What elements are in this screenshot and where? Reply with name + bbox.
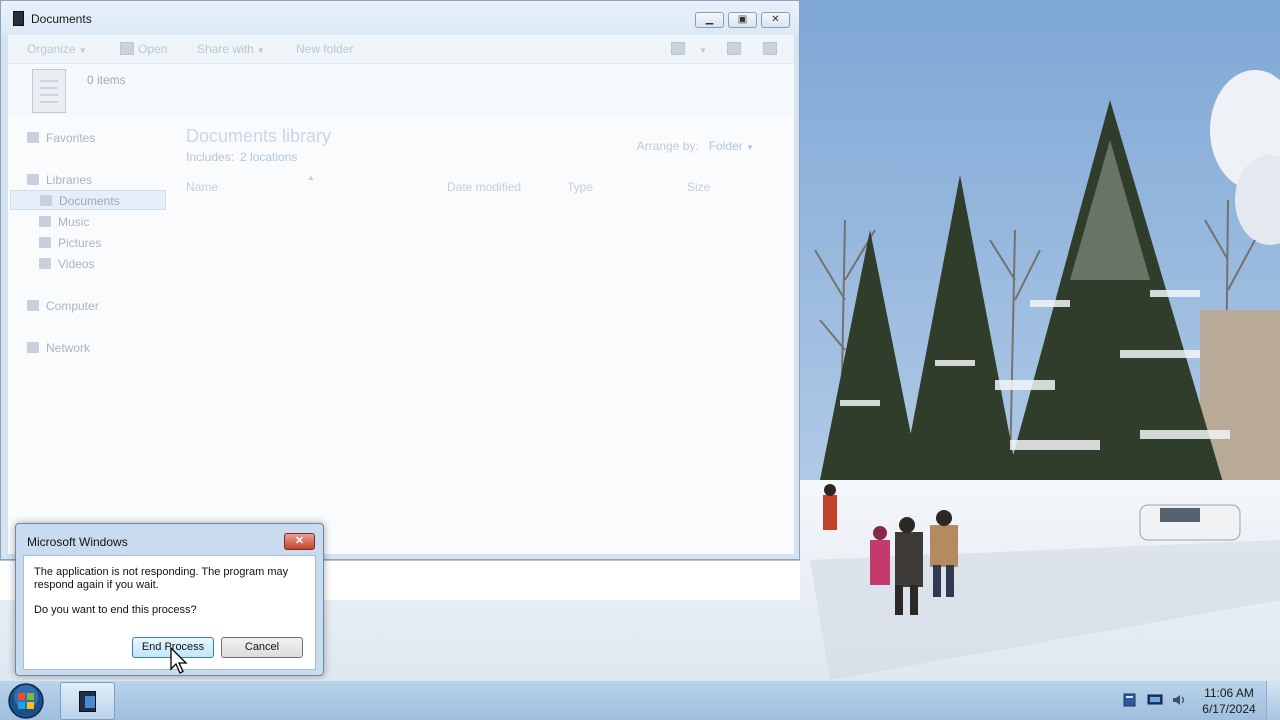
clock-date: 6/17/2024 xyxy=(1202,702,1256,716)
computer-icon xyxy=(27,300,39,311)
nav-libraries-label: Libraries xyxy=(46,173,93,187)
nav-pictures[interactable]: Pictures xyxy=(39,233,167,253)
maximize-button[interactable]: ▣ xyxy=(728,12,757,28)
open-button[interactable]: Open xyxy=(138,42,167,56)
nav-pictures-label: Pictures xyxy=(58,236,102,250)
locations-link[interactable]: 2 locations xyxy=(240,150,297,164)
view-options-chevron-icon[interactable]: ▼ xyxy=(696,42,707,56)
nav-documents-label: Documents xyxy=(59,194,120,208)
action-center-icon[interactable] xyxy=(1122,693,1138,707)
network-tray-icon[interactable] xyxy=(1147,693,1163,707)
arrange-by-label: Arrange by: xyxy=(636,139,699,153)
clock-time: 11:06 AM xyxy=(1204,686,1254,700)
organize-label: Organize xyxy=(27,42,76,56)
libraries-icon xyxy=(27,174,39,185)
navigation-pane: Favorites Libraries Documents Music Pict… xyxy=(8,117,167,554)
dialog-title: Microsoft Windows xyxy=(27,535,128,549)
command-bar: Organize ▼ Open Share with ▼ New folder ▼ xyxy=(8,35,794,64)
dialog-question: Do you want to end this process? xyxy=(34,604,197,616)
show-desktop-button[interactable] xyxy=(1266,681,1280,720)
nav-network[interactable]: Network xyxy=(27,338,167,358)
includes-label: Includes: xyxy=(186,150,235,164)
sort-ascending-icon: ▲ xyxy=(307,173,315,182)
close-window-button[interactable]: ✕ xyxy=(761,12,790,28)
file-list-pane: Documents library Includes: 2 locations A… xyxy=(167,117,794,554)
nav-computer[interactable]: Computer xyxy=(27,296,167,316)
dialog-message: The application is not responding. The p… xyxy=(34,566,289,591)
nav-computer-label: Computer xyxy=(46,299,99,313)
videos-icon xyxy=(39,258,51,269)
open-icon xyxy=(120,42,134,55)
nav-network-label: Network xyxy=(46,341,91,355)
chevron-down-icon: ▼ xyxy=(746,143,754,152)
organize-button[interactable]: Organize ▼ xyxy=(27,42,87,56)
music-icon xyxy=(39,216,51,227)
nav-videos[interactable]: Videos xyxy=(39,254,167,274)
help-icon[interactable] xyxy=(763,42,777,55)
preview-pane-icon[interactable] xyxy=(727,42,741,55)
window-title: Documents xyxy=(31,12,92,26)
share-with-label: Share with xyxy=(197,42,254,56)
taskbar-explorer-button[interactable] xyxy=(60,682,115,720)
arrange-by: Arrange by: Folder ▼ xyxy=(637,139,754,153)
details-strip: 0 items xyxy=(8,65,794,117)
explorer-window: Documents ▁ ▣ ✕ Organize ▼ Open Share wit… xyxy=(0,0,800,560)
title-bar[interactable]: Documents ▁ ▣ ✕ xyxy=(1,1,799,35)
chevron-down-icon: ▼ xyxy=(256,46,265,55)
share-with-button[interactable]: Share with ▼ xyxy=(197,42,265,56)
new-folder-button[interactable]: New folder xyxy=(296,42,353,56)
pictures-icon xyxy=(39,237,51,248)
nav-favorites-label: Favorites xyxy=(46,131,96,145)
explorer-icon xyxy=(79,691,96,712)
window-body: Organize ▼ Open Share with ▼ New folder ▼ … xyxy=(8,35,794,554)
taskbar xyxy=(0,680,1280,720)
column-header-date-modified[interactable]: Date modified xyxy=(447,180,521,194)
system-clock[interactable]: 11:06 AM 6/17/2024 xyxy=(1186,685,1272,717)
library-title: Documents library xyxy=(186,126,332,146)
library-icon xyxy=(13,11,24,26)
arrange-by-value: Folder xyxy=(708,139,743,153)
start-button[interactable] xyxy=(6,682,46,720)
volume-icon[interactable] xyxy=(1171,693,1187,707)
column-header-name[interactable]: Name xyxy=(186,180,218,194)
documents-library-icon xyxy=(32,69,66,113)
documents-icon xyxy=(40,195,52,206)
network-icon xyxy=(27,342,39,353)
dialog-close-button[interactable]: ✕ xyxy=(284,533,315,550)
chevron-down-icon: ▼ xyxy=(78,46,87,55)
nav-music-label: Music xyxy=(58,215,90,229)
nav-videos-label: Videos xyxy=(58,257,95,271)
nav-libraries[interactable]: Libraries xyxy=(27,170,167,190)
item-count: 0 items xyxy=(87,73,126,87)
cancel-button[interactable]: Cancel xyxy=(221,637,303,658)
mouse-pointer-icon xyxy=(170,647,188,674)
view-options-icon[interactable] xyxy=(671,42,685,55)
star-icon xyxy=(27,132,39,143)
arrange-by-dropdown[interactable]: Folder ▼ xyxy=(709,139,754,153)
library-includes: Includes: 2 locations xyxy=(186,150,297,164)
nav-favorites[interactable]: Favorites xyxy=(27,128,167,148)
nav-music[interactable]: Music xyxy=(39,212,167,232)
column-header-type[interactable]: Type xyxy=(567,180,593,194)
minimize-button[interactable]: ▁ xyxy=(695,12,724,28)
column-header-size[interactable]: Size xyxy=(687,180,710,194)
nav-documents[interactable]: Documents xyxy=(10,190,166,210)
